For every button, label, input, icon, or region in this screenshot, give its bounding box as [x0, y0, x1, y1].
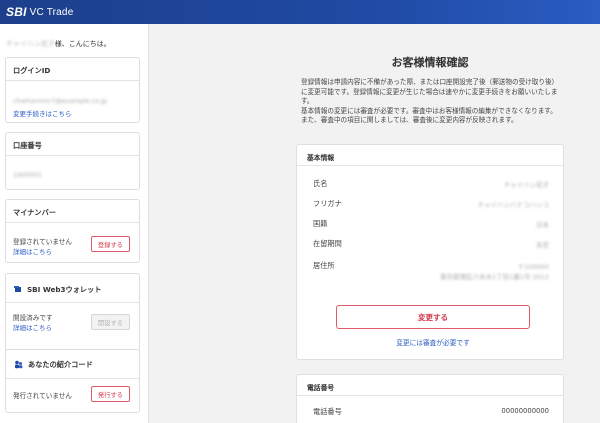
brand-logo[interactable]: SBI VC Trade: [6, 4, 73, 20]
account-number-card: 口座番号 1900001: [5, 132, 140, 190]
mynumber-status: 登録されていません: [13, 238, 72, 246]
greeting: チャイハン花子様、こんにちは。: [6, 39, 111, 49]
referral-issue-button[interactable]: 発行する: [91, 386, 130, 402]
brand-name: VC Trade: [29, 6, 74, 18]
referral-status: 発行されていません: [13, 392, 72, 400]
web3-wallet-header: SBI Web3ウォレット: [6, 274, 139, 302]
phone-card: 電話番号 電話番号 00000000000: [296, 374, 564, 423]
basic-row-label: 国籍: [313, 219, 328, 228]
greeting-suffix: 様、こんにちは。: [54, 40, 111, 48]
brand-sbi: SBI: [6, 5, 27, 19]
page-title: お客様情報確認: [391, 56, 469, 69]
basic-row-value: 日本: [536, 221, 549, 229]
basic-info-heading: 基本情報: [297, 145, 563, 166]
referral-code-label: あなたの紹介コード: [28, 360, 93, 369]
wallet-open-button[interactable]: 開設する: [91, 314, 130, 330]
login-id-value: chaihanmin7@example.co.jp: [13, 97, 108, 105]
page-description: 登録情報は申請内容に不備があった際、または口座開設完了後（郵送物の受け取り後）に…: [301, 78, 559, 125]
phone-heading: 電話番号: [297, 375, 563, 396]
basic-row-label: 在留期間: [313, 239, 342, 248]
basic-row-value: チャイハンハナコハンコ: [477, 201, 549, 209]
web3-wallet-card: SBI Web3ウォレット 開設済みです 詳細はこちら 開設する: [5, 273, 140, 361]
wallet-detail-link[interactable]: 詳細はこちら: [13, 322, 52, 332]
referral-code-card: あなたの紹介コード 発行されていません 発行する: [5, 349, 140, 413]
mynumber-detail-link[interactable]: 詳細はこちら: [13, 246, 52, 256]
review-required-link[interactable]: 変更には審査が必要です: [336, 337, 530, 347]
phone-value: 00000000000: [501, 407, 549, 415]
login-id-label: ログインID: [13, 66, 51, 75]
wallet-status: 開設済みです: [13, 314, 53, 322]
login-id-change-link[interactable]: 変更手続きはこちら: [13, 108, 72, 118]
greeting-name: チャイハン花子: [6, 40, 55, 48]
account-number-value: 1900001: [13, 171, 42, 179]
basic-row-label: 居住所: [313, 261, 335, 270]
referral-code-header: あなたの紹介コード: [6, 350, 139, 378]
wallet-icon: [14, 285, 22, 293]
basic-row-value: 未定: [536, 241, 549, 249]
sidebar: チャイハン花子様、こんにちは。 ログインID chaihanmin7@examp…: [0, 24, 149, 423]
change-button[interactable]: 変更する: [336, 305, 530, 329]
basic-row-value: 〒100000: [517, 263, 549, 271]
app-header: SBI VC Trade: [0, 0, 600, 24]
people-icon: [14, 360, 23, 369]
login-id-card: ログインID chaihanmin7@example.co.jp 変更手続きはこ…: [5, 57, 140, 123]
mynumber-card: マイナンバー 登録されていません 詳細はこちら 登録する: [5, 199, 140, 263]
mynumber-label: マイナンバー: [13, 208, 56, 217]
phone-label: 電話番号: [313, 407, 342, 416]
mynumber-register-button[interactable]: 登録する: [91, 236, 130, 252]
account-number-label: 口座番号: [13, 141, 42, 150]
basic-row-label: 氏名: [313, 179, 328, 188]
basic-row-value: チャイハン花子: [503, 181, 549, 189]
basic-row-label: フリガナ: [313, 199, 342, 208]
web3-wallet-label: SBI Web3ウォレット: [27, 285, 102, 294]
basic-row-value-line2: 東京都港区六本木1丁目1番1号 2012: [439, 273, 549, 281]
